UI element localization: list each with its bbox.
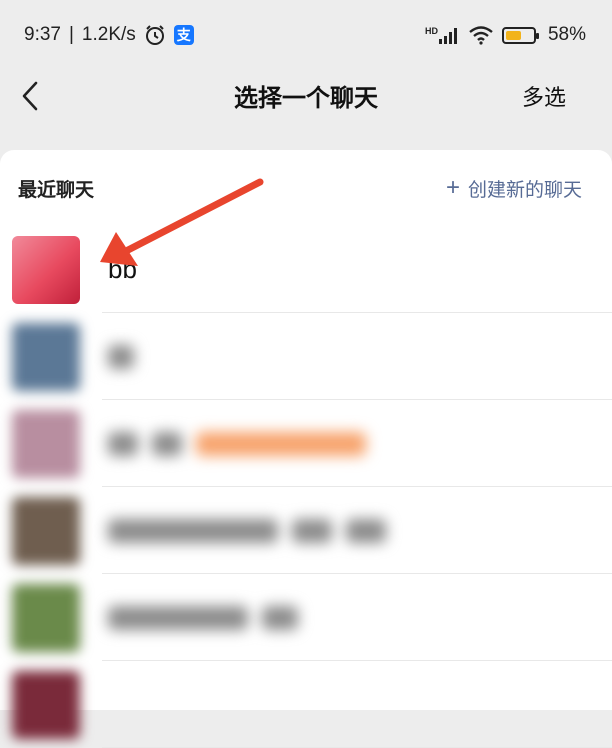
alipay-icon: 支: [173, 25, 194, 45]
blurred-text: [108, 344, 134, 369]
hd-label: HD: [424, 26, 438, 36]
status-bar: 9:37 | 1.2K/s 支 HD 58%: [0, 0, 612, 70]
wifi-icon: [469, 26, 493, 45]
blurred-text: [292, 518, 332, 543]
battery-icon: [501, 26, 539, 44]
blurred-text: [108, 431, 138, 456]
multi-select-button[interactable]: 多选: [522, 80, 566, 112]
avatar: [12, 670, 80, 739]
back-button[interactable]: [10, 76, 50, 116]
chat-name-blurred: [108, 605, 298, 630]
status-left: 9:37 | 1.2K/s 支: [24, 24, 194, 46]
chat-name-blurred: [108, 431, 366, 456]
chat-item[interactable]: [0, 574, 612, 661]
avatar: [12, 496, 80, 565]
chat-item[interactable]: bb: [0, 226, 612, 313]
signal-icon: [438, 28, 457, 44]
chat-picker-sheet: 最近聊天 + 创建新的聊天 bb: [0, 150, 612, 748]
create-new-chat-label: 创建新的聊天: [467, 179, 582, 201]
chat-name-blurred: [108, 344, 134, 369]
chat-item[interactable]: [0, 400, 612, 487]
avatar: [12, 409, 80, 478]
blurred-text: [196, 431, 366, 456]
status-time: 9:37: [24, 24, 61, 45]
page-title: 选择一个聊天: [234, 84, 378, 112]
battery-percent: 58%: [547, 24, 586, 45]
nav-bar: 选择一个聊天 多选: [0, 70, 612, 120]
chevron-left-icon: [22, 81, 38, 111]
blurred-text: [346, 518, 386, 543]
status-separator: |: [68, 24, 74, 45]
avatar: [12, 583, 80, 652]
chat-item[interactable]: [0, 313, 612, 400]
blurred-text: [152, 431, 182, 456]
create-new-chat-button[interactable]: + 创建新的聊天: [446, 175, 582, 202]
chat-item[interactable]: [0, 487, 612, 574]
section-header: 最近聊天 + 创建新的聊天: [0, 150, 612, 226]
chat-item[interactable]: [0, 661, 612, 748]
chat-name: bb: [108, 254, 137, 284]
chat-name-blurred: [108, 518, 386, 543]
alarm-icon: [145, 25, 164, 45]
blurred-text: [262, 605, 298, 630]
avatar: [12, 322, 80, 391]
avatar: [12, 235, 80, 304]
network-speed: 1.2K/s: [81, 24, 136, 45]
blurred-text: [108, 518, 278, 543]
recent-chats-title: 最近聊天: [18, 179, 95, 201]
plus-icon: +: [445, 174, 460, 201]
battery-fill: [505, 30, 522, 40]
status-right: HD 58%: [425, 24, 586, 46]
blurred-text: [108, 605, 248, 630]
